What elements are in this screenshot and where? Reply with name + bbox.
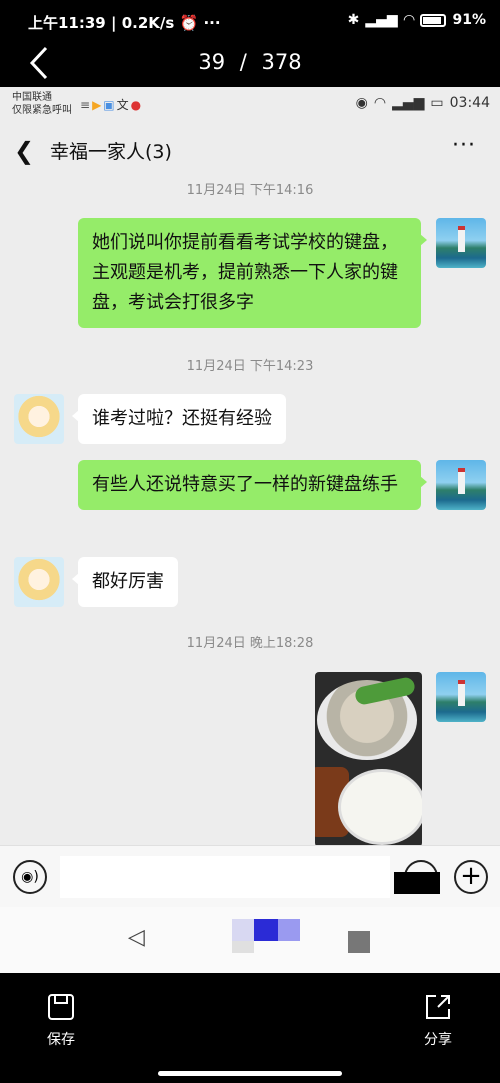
carrier-name: 中国联通: [12, 92, 52, 103]
message-image[interactable]: [315, 672, 422, 847]
save-icon: [48, 994, 74, 1020]
chat-title: 幸福一家人(3): [50, 141, 172, 163]
share-icon: [426, 995, 450, 1019]
avatar[interactable]: [436, 672, 486, 722]
inner-status-bar: 中国联通 仅限紧急呼叫 ≡▶▣文● ◉ ◠ ▂▄▆ ▭ 03:44: [0, 87, 500, 123]
viewer-toolbar: 保存 分享: [0, 973, 500, 1083]
carrier-note: 仅限紧急呼叫: [12, 105, 72, 116]
eye-icon: ◉: [355, 95, 368, 111]
pixelated-region: [278, 919, 300, 941]
save-button[interactable]: 保存: [31, 993, 91, 1049]
pixelated-region: [232, 941, 254, 953]
pixelated-region: [232, 919, 254, 941]
battery-icon: ▭: [430, 95, 444, 111]
save-label: 保存: [47, 1032, 75, 1048]
chevron-left-icon[interactable]: ❮: [14, 137, 34, 165]
message-timestamp: 11月24日 下午14:23: [186, 359, 314, 374]
inner-navigation-bar: ◁: [0, 907, 500, 973]
alarm-icon: ⏰ ···: [179, 14, 221, 32]
more-options-icon[interactable]: ···: [452, 133, 476, 158]
add-attachment-button[interactable]: +: [454, 860, 488, 894]
triangle-back-icon[interactable]: ◁: [128, 925, 145, 950]
chat-screenshot[interactable]: 中国联通 仅限紧急呼叫 ≡▶▣文● ◉ ◠ ▂▄▆ ▭ 03:44 ❮ 幸福一家…: [0, 87, 500, 973]
inner-time: 03:44: [449, 95, 490, 111]
share-label: 分享: [424, 1032, 452, 1048]
avatar[interactable]: [436, 218, 486, 268]
bluetooth-icon: ✱: [347, 12, 360, 28]
pixelated-region: [254, 919, 278, 941]
avatar[interactable]: [436, 460, 486, 510]
message-input[interactable]: [60, 856, 390, 898]
chat-header: ❮ 幸福一家人(3) ···: [0, 123, 500, 179]
message-bubble-sent[interactable]: 有些人还说特意买了一样的新键盘练手: [78, 460, 427, 510]
pixelated-region: [348, 931, 370, 953]
redaction-block: [394, 872, 440, 894]
image-counter: 39 / 378: [198, 50, 302, 74]
voice-icon: ◉): [21, 869, 39, 885]
avatar[interactable]: [14, 557, 64, 607]
signal-icon: ▂▄▆: [392, 95, 425, 111]
status-separator: |: [110, 14, 117, 32]
message-timestamp: 11月24日 下午14:16: [186, 183, 314, 198]
message-bubble-received[interactable]: 都好厉害: [72, 557, 178, 607]
message-bubble-sent[interactable]: 她们说叫你提前看看考试学校的键盘，主观题是机考，提前熟悉一下人家的键盘，考试会打…: [78, 218, 427, 328]
system-status-bar: 上午11:39 | 0.2K/s ⏰ ··· ✱ ▂▄▆ ◠ 91%: [0, 0, 500, 42]
share-button[interactable]: 分享: [408, 993, 468, 1049]
viewer-header: 39 / 378: [0, 42, 500, 87]
home-indicator[interactable]: [158, 1071, 342, 1076]
wifi-icon: ◠: [403, 12, 415, 28]
message-bubble-received[interactable]: 谁考过啦？还挺有经验: [72, 394, 286, 444]
notification-icons: ≡▶▣文●: [80, 98, 144, 112]
wifi-icon: ◠: [373, 95, 387, 111]
avatar[interactable]: [14, 394, 64, 444]
battery-icon: [420, 13, 447, 27]
system-time: 上午11:39: [28, 14, 106, 32]
network-speed: 0.2K/s: [121, 14, 175, 32]
message-input-bar: ◉) +: [0, 845, 500, 907]
battery-level: 91%: [452, 12, 486, 28]
voice-input-button[interactable]: ◉): [13, 860, 47, 894]
message-timestamp: 11月24日 晚上18:28: [186, 636, 314, 651]
plus-icon: +: [460, 861, 482, 891]
signal-icon: ▂▄▆: [365, 12, 398, 28]
